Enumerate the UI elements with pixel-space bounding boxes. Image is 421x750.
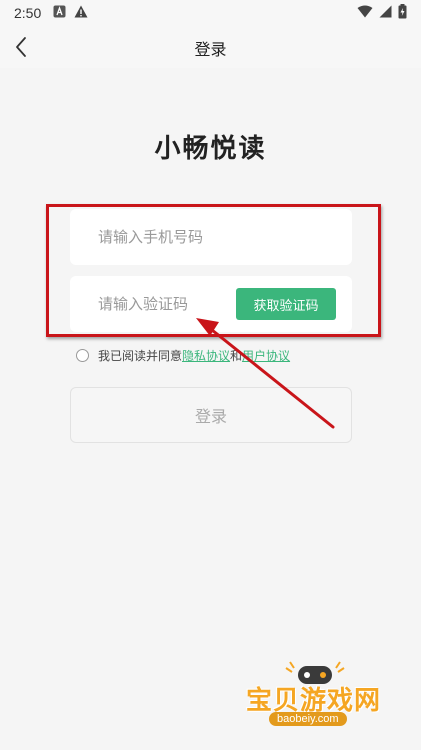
annotation-arrow [196,318,335,429]
app-bar: 登录 [0,26,421,68]
phone-field[interactable] [70,209,352,265]
notification-a-icon [53,5,66,21]
cellular-icon [379,5,392,21]
app-brand-title: 小畅悦读 [154,134,267,164]
agree-radio[interactable] [76,349,89,362]
agreement-row: 我已阅读并同意 隐私协议 和 用户协议 [76,347,290,364]
phone-input[interactable] [98,228,228,246]
login-button[interactable]: 登录 [70,387,352,443]
warning-icon [74,5,88,21]
watermark-url: baobeiy.com [269,712,347,726]
privacy-link[interactable]: 隐私协议 [182,347,230,364]
page-title: 登录 [194,40,227,59]
status-time: 2:50 [14,5,42,21]
user-agreement-link[interactable]: 用户协议 [242,347,290,364]
status-bar: 2:50 [0,0,421,26]
and-text: 和 [230,349,243,363]
agree-prefix-text: 我已阅读并同意 [98,349,183,363]
get-code-button[interactable]: 获取验证码 [236,288,336,320]
battery-icon [398,4,407,22]
code-field[interactable]: 获取验证码 [70,276,352,332]
wifi-icon [357,5,373,21]
verification-code-input[interactable] [98,295,228,313]
